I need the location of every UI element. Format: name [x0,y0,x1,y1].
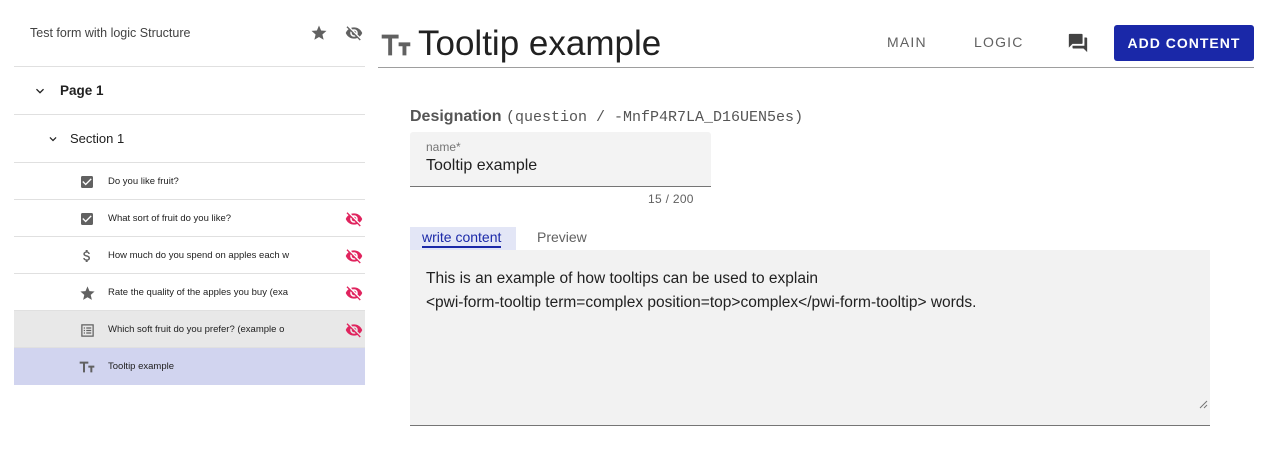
visibility-off-icon[interactable] [345,24,363,42]
name-field[interactable]: name* [410,132,711,187]
sidebar-item-question-selected[interactable]: Tooltip example [14,348,365,385]
sidebar-item-label: How much do you spend on apples each w [108,250,290,261]
tab-logic[interactable]: LOGIC [974,34,1024,50]
text-type-icon [380,32,412,58]
sidebar-item-label: Tooltip example [108,361,175,372]
sidebar-item-label: What sort of fruit do you like? [108,213,232,224]
designation: Designation (question / -MnfP4R7LA_D16UE… [410,108,803,126]
sidebar-item-question[interactable]: How much do you spend on apples each w [14,237,365,274]
sidebar-header: Test form with logic Structure [14,0,365,67]
sidebar-item-label: Do you like fruit? [108,176,179,187]
tab-write-content-label: write content [422,229,502,248]
content-textarea[interactable]: This is an example of how tooltips can b… [426,267,1186,315]
add-content-button[interactable]: ADD CONTENT [1114,25,1254,61]
comments-icon[interactable] [1067,32,1089,54]
character-counter: 15 / 200 [648,192,694,206]
resize-handle-icon[interactable] [1199,400,1208,409]
sidebar-item-label: Which soft fruit do you prefer? (example… [108,324,285,335]
form-title: Test form with logic Structure [30,26,191,40]
text-type-icon [78,358,96,376]
hidden-visibility-off-icon[interactable] [345,247,363,265]
hidden-visibility-off-icon[interactable] [345,284,363,302]
tab-write-content[interactable]: write content [410,227,516,250]
star-icon[interactable] [310,24,328,42]
star-icon [78,284,96,302]
page-label: Page 1 [60,83,104,98]
content-header: Tooltip example MAIN LOGIC ADD CONTENT [378,0,1254,68]
list-icon [78,321,96,339]
dollar-icon [78,247,96,265]
sidebar-item-question[interactable]: Which soft fruit do you prefer? (example… [14,311,365,348]
name-input[interactable] [426,157,696,175]
checkbox-icon [78,173,96,191]
sidebar-page-1[interactable]: Page 1 [14,67,365,115]
tab-preview[interactable]: Preview [537,227,587,250]
name-field-label: name* [426,140,461,154]
tab-main[interactable]: MAIN [887,34,927,50]
sidebar-section-1[interactable]: Section 1 [14,115,365,163]
sidebar-item-label: Rate the quality of the apples you buy (… [108,287,289,298]
content-editor[interactable]: This is an example of how tooltips can b… [410,250,1210,426]
sidebar-item-question[interactable]: What sort of fruit do you like? [14,200,365,237]
designation-id: (question / -MnfP4R7LA_D16UEN5es) [506,109,804,126]
checkbox-icon [78,210,96,228]
section-label: Section 1 [70,131,125,146]
chevron-down-icon[interactable] [32,83,48,99]
hidden-visibility-off-icon[interactable] [345,210,363,228]
sidebar: Test form with logic Structure Page 1 Se… [14,0,365,385]
hidden-visibility-off-icon[interactable] [345,321,363,339]
page-title: Tooltip example [418,24,662,63]
chevron-down-icon[interactable] [46,132,60,146]
sidebar-item-question[interactable]: Do you like fruit? [14,163,365,200]
sidebar-item-question[interactable]: Rate the quality of the apples you buy (… [14,274,365,311]
designation-label: Designation [410,108,502,125]
